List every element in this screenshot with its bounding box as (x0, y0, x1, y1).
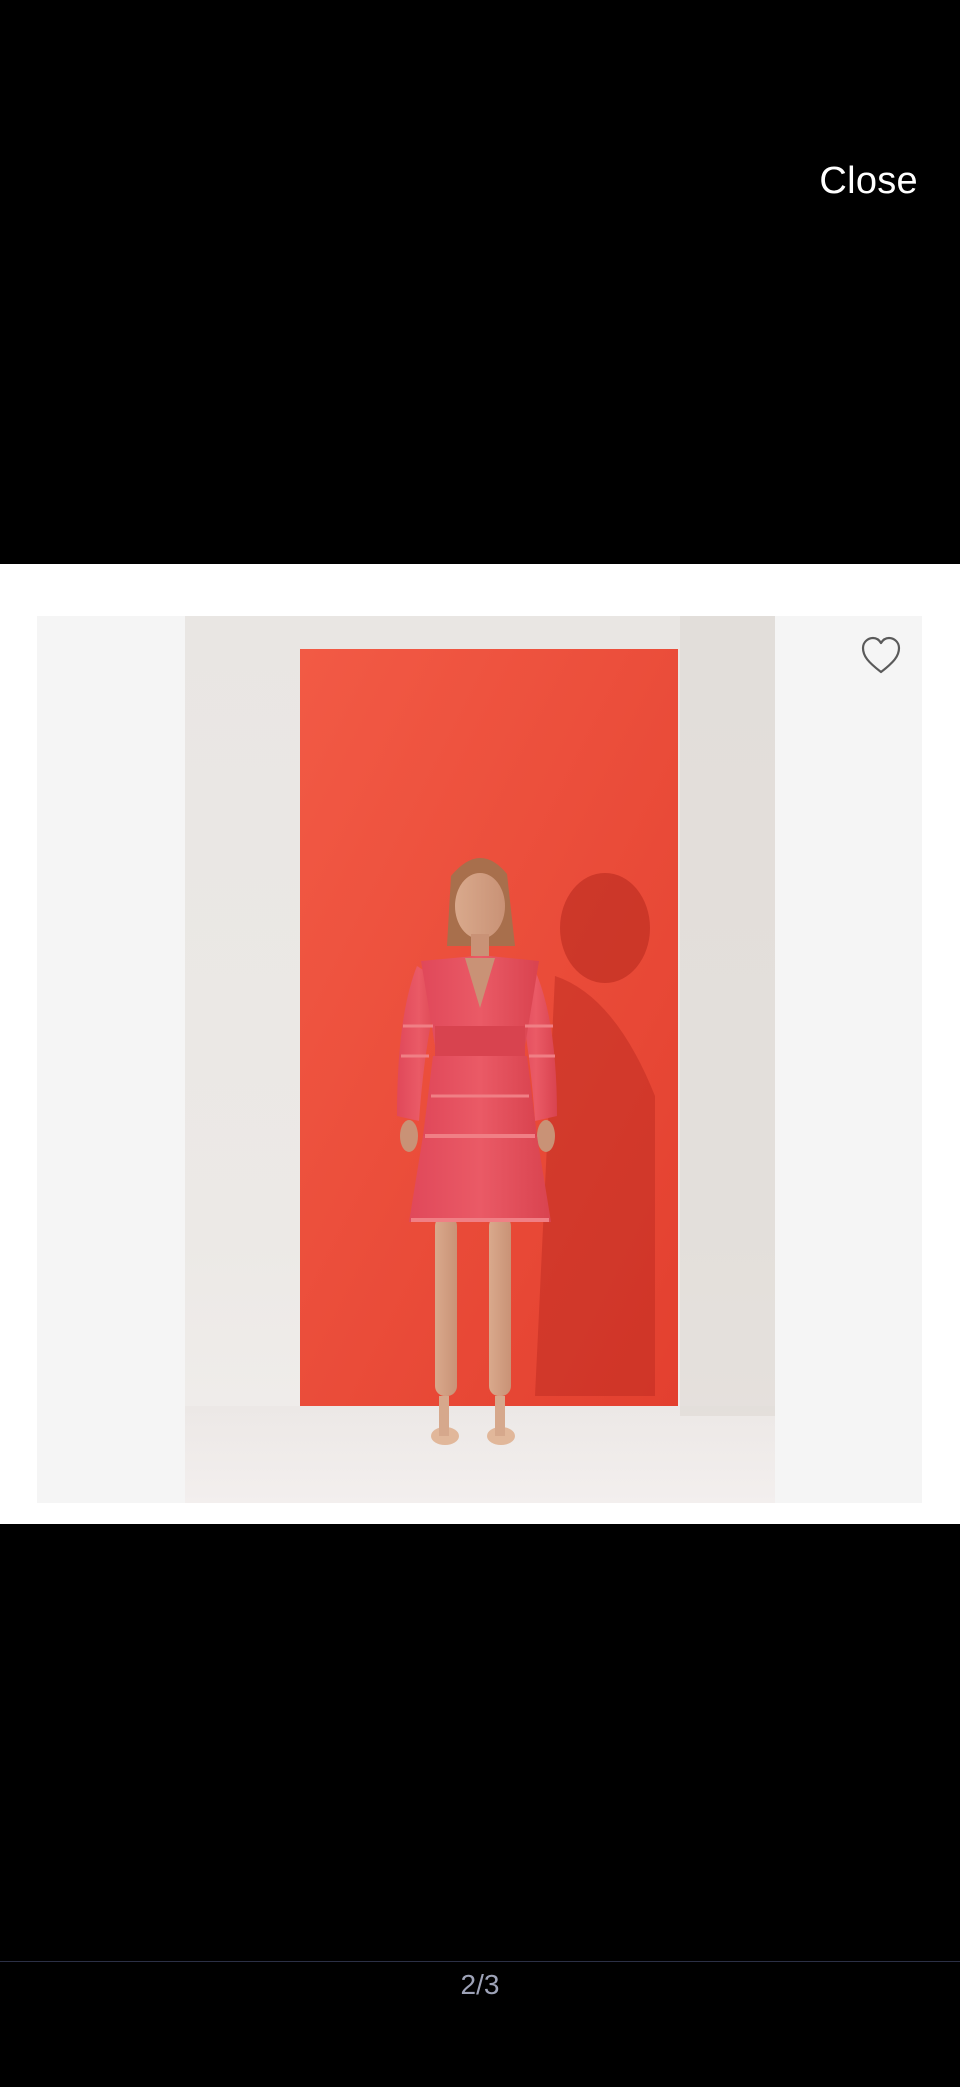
image-frame (0, 564, 960, 1524)
image-viewer: Close 2/3 (0, 0, 960, 2087)
footer-divider (0, 1961, 960, 1962)
heart-outline-icon[interactable] (860, 636, 902, 676)
product-photo-card[interactable] (37, 616, 922, 1503)
product-photo (185, 616, 775, 1503)
model-in-dress-illustration (185, 616, 775, 1503)
close-button[interactable]: Close (819, 160, 918, 203)
image-pager-indicator: 2/3 (460, 1969, 500, 2000)
